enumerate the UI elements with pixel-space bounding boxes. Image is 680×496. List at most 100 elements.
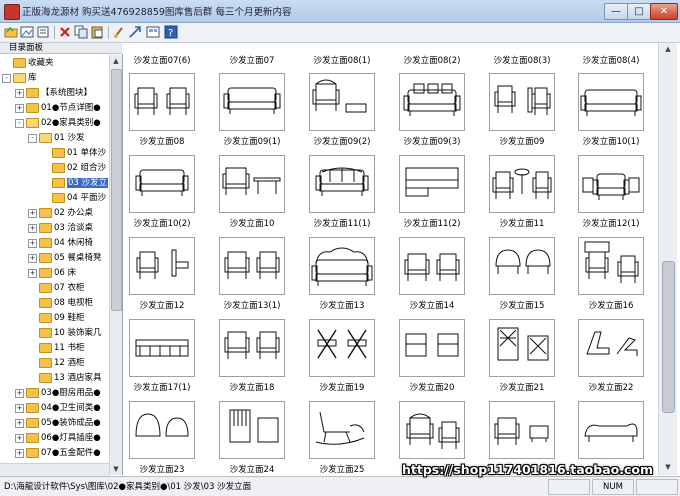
thumbnail-item[interactable] <box>129 237 195 295</box>
collapse-icon[interactable]: - <box>15 118 24 128</box>
thumbnail-item[interactable] <box>489 155 555 213</box>
tree-item[interactable]: 收藏夹 <box>2 56 54 70</box>
tree-item[interactable]: +07●五金配件● <box>15 446 101 460</box>
tree-item[interactable]: -库 <box>2 71 37 85</box>
tree-item[interactable]: - 02●家具类别● <box>15 116 101 130</box>
furniture-drawing <box>223 87 281 114</box>
close-button[interactable]: ✕ <box>650 3 678 20</box>
thumbnail-item[interactable] <box>399 155 465 213</box>
open-folder-icon[interactable] <box>4 25 19 39</box>
thumbnail-item[interactable] <box>219 237 285 295</box>
expand-icon[interactable]: + <box>28 268 37 278</box>
tree-item[interactable]: +04●卫生间类● <box>15 401 101 415</box>
tree-horizontal-scrollbar[interactable] <box>0 463 109 476</box>
thumbnail-item[interactable] <box>129 401 195 459</box>
tree-item[interactable]: 04 平面沙 <box>41 191 106 205</box>
tree-scroll-thumb[interactable] <box>111 69 122 311</box>
tree-item[interactable]: 10 装饰案几 <box>28 326 102 340</box>
tree-item[interactable]: +02 办公桌 <box>28 206 93 220</box>
expand-icon[interactable]: + <box>28 223 37 233</box>
thumbnail-item[interactable] <box>578 73 644 131</box>
tree-item[interactable]: +06 床 <box>28 266 76 280</box>
thumbnail-item[interactable] <box>578 155 644 213</box>
image-icon[interactable] <box>20 25 35 39</box>
thumbnail-item[interactable] <box>578 401 644 459</box>
delete-icon[interactable] <box>58 25 73 39</box>
tree-item[interactable]: 13 酒店家具 <box>28 371 102 385</box>
thumbnail-item[interactable] <box>489 319 555 377</box>
tree-item[interactable]: 07 衣柜 <box>28 281 85 295</box>
expand-icon[interactable]: + <box>15 103 24 113</box>
thumbnail-item[interactable] <box>129 319 195 377</box>
copy-icon[interactable] <box>74 25 89 39</box>
app-icon[interactable] <box>4 4 20 20</box>
thumbnail-item[interactable] <box>489 401 555 459</box>
thumbnail-item[interactable] <box>219 155 285 213</box>
tree-item[interactable]: - 01 沙发 <box>28 131 85 145</box>
tree-item[interactable]: +01●节点详图● <box>15 101 101 115</box>
thumbnail-item[interactable] <box>219 319 285 377</box>
thumbnail-item[interactable] <box>309 155 375 213</box>
grid-vertical-scrollbar[interactable]: ▲ ▼ <box>658 43 677 475</box>
tree-item[interactable]: 11 书柜 <box>28 341 85 355</box>
collapse-icon[interactable]: - <box>2 73 11 83</box>
grid-scroll-thumb[interactable] <box>662 261 675 413</box>
tree-item[interactable]: 03 沙发立 <box>41 176 109 190</box>
expand-icon[interactable]: + <box>15 88 24 98</box>
help-icon[interactable]: ? <box>164 25 179 39</box>
thumbnail-item[interactable] <box>219 401 285 459</box>
thumbnail-item[interactable] <box>399 73 465 131</box>
thumbnail-item[interactable] <box>578 237 644 295</box>
thumbnail-item[interactable] <box>309 73 375 131</box>
maximize-button[interactable]: □ <box>627 3 651 20</box>
thumbnail-item[interactable] <box>309 401 375 459</box>
scroll-up-arrow-icon[interactable]: ▲ <box>662 43 674 55</box>
thumbnail-item[interactable] <box>129 73 195 131</box>
expand-icon[interactable]: + <box>15 418 24 428</box>
tree-item[interactable]: +04 休闲椅 <box>28 236 93 250</box>
tree-item[interactable]: +06●灯具插座● <box>15 431 101 445</box>
scroll-down-arrow-icon[interactable]: ▼ <box>110 463 122 475</box>
paste-icon[interactable] <box>90 25 105 39</box>
thumbnail-item[interactable] <box>578 319 644 377</box>
thumbnail-item[interactable] <box>129 155 195 213</box>
tree-item-label: 06 床 <box>54 268 77 278</box>
tree-item[interactable]: 09 鞋柜 <box>28 311 85 325</box>
scroll-up-arrow-icon[interactable]: ▲ <box>110 55 122 67</box>
thumbnail-item[interactable] <box>399 237 465 295</box>
tree-item[interactable]: +05 餐桌椅凳 <box>28 251 102 265</box>
furniture-drawing <box>135 413 189 437</box>
tree-item[interactable]: 12 酒柜 <box>28 356 85 370</box>
thumbnail-caption: 沙发立面11(2) <box>403 219 461 229</box>
expand-icon[interactable]: + <box>28 238 37 248</box>
tree-item[interactable]: 01 单体沙 <box>41 146 106 160</box>
tree-item[interactable]: +05●装饰成品● <box>15 416 101 430</box>
tree-item[interactable]: 02 组合沙 <box>41 161 106 175</box>
expand-icon[interactable]: + <box>15 433 24 443</box>
view-icon[interactable] <box>146 25 161 39</box>
thumbnail-item[interactable] <box>309 319 375 377</box>
expand-icon[interactable]: + <box>15 403 24 413</box>
thumbnail-caption: 沙发立面07(6) <box>133 56 191 66</box>
thumbnail-item[interactable] <box>489 73 555 131</box>
minimize-button[interactable]: — <box>604 3 628 20</box>
brush-icon[interactable] <box>112 25 127 39</box>
collapse-icon[interactable]: - <box>28 133 37 143</box>
expand-icon[interactable]: + <box>28 253 37 263</box>
tree-item[interactable]: 08 电视柜 <box>28 296 93 310</box>
thumbnail-item[interactable] <box>399 401 465 459</box>
thumbnail-item[interactable] <box>219 73 285 131</box>
thumbnail-item[interactable] <box>399 319 465 377</box>
tree-item[interactable]: +03 洽谈桌 <box>28 221 93 235</box>
expand-icon[interactable]: + <box>15 388 24 398</box>
thumbnail-item[interactable] <box>309 237 375 295</box>
tree-item[interactable]: +03●厨房用品● <box>15 386 101 400</box>
thumbnail-item[interactable] <box>489 237 555 295</box>
expand-icon[interactable]: + <box>15 448 24 458</box>
scroll-down-arrow-icon[interactable]: ▼ <box>662 461 674 473</box>
list-icon[interactable] <box>36 25 51 39</box>
export-icon[interactable] <box>128 25 143 39</box>
expand-icon[interactable]: + <box>28 208 37 218</box>
tree-vertical-scrollbar[interactable]: ▲ ▼ <box>109 55 122 475</box>
tree-item[interactable]: + 【系统图块】 <box>15 86 92 100</box>
